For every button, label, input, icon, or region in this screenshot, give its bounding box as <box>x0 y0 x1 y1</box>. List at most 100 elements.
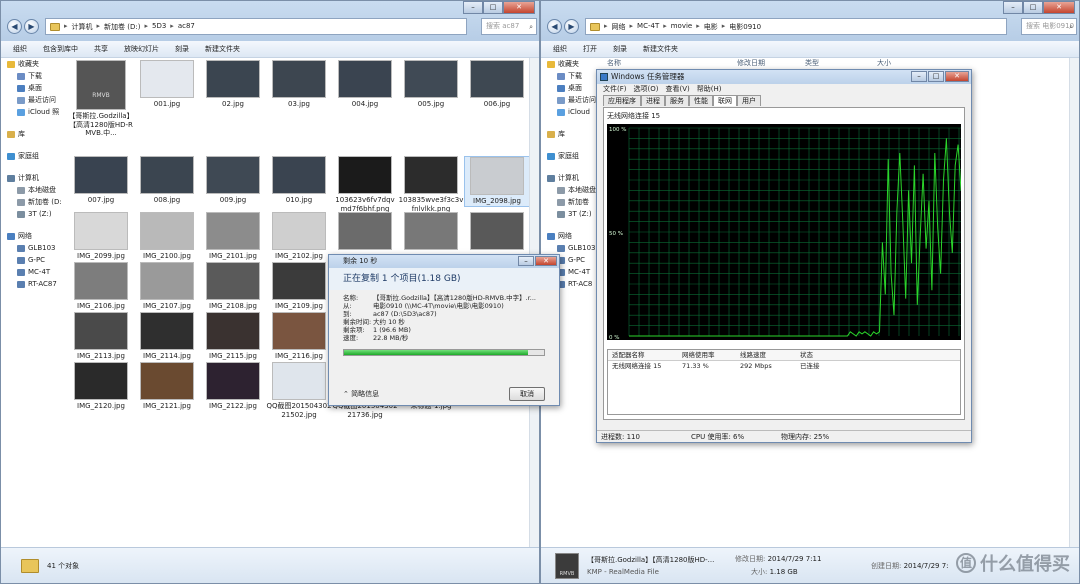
maximize-button[interactable]: □ <box>1023 1 1043 14</box>
sidebar-item[interactable]: 本地磁盘 <box>1 184 63 196</box>
adapter-column-header[interactable]: 线路速度 <box>736 350 796 360</box>
sidebar-item[interactable]: 3T (Z:) <box>1 208 63 220</box>
sidebar-item[interactable]: 库 <box>541 128 603 140</box>
toolbar-button[interactable]: 放映幻灯片 <box>124 44 159 54</box>
breadcrumb-item[interactable]: ac87 <box>178 22 195 32</box>
tab-item[interactable]: 用户 <box>737 95 761 106</box>
file-item[interactable]: IMG_2115.jpg <box>200 312 266 361</box>
file-item[interactable]: 008.jpg <box>134 156 200 205</box>
sidebar-item[interactable]: 计算机 <box>541 172 603 184</box>
breadcrumb-item[interactable]: movie <box>671 22 693 32</box>
file-item[interactable]: 004.jpg <box>332 60 398 109</box>
file-item[interactable]: IMG_2120.jpg <box>68 362 134 411</box>
file-item[interactable] <box>398 212 464 252</box>
file-item[interactable] <box>332 212 398 252</box>
file-item[interactable]: IMG_2098.jpg <box>464 156 530 207</box>
column-header[interactable]: 名称 <box>604 58 734 68</box>
sidebar-item[interactable]: GLB103 <box>541 242 603 254</box>
sidebar-item[interactable]: 网络 <box>541 230 603 242</box>
breadcrumb-item[interactable]: MC-4T <box>637 22 659 32</box>
toolbar-button[interactable]: 刻录 <box>613 44 627 54</box>
toolbar-button[interactable]: 包含到库中 <box>43 44 78 54</box>
sidebar-item[interactable]: 库 <box>1 128 63 140</box>
sidebar-item[interactable]: MC-4T <box>1 266 63 278</box>
column-header[interactable]: 大小 <box>874 58 934 68</box>
minimize-button[interactable]: – <box>463 1 483 14</box>
close-button[interactable]: ✕ <box>1043 1 1075 14</box>
maximize-button[interactable]: □ <box>483 1 503 14</box>
adapter-row[interactable]: 无线网络连接 15 71.33 % 292 Mbps 已连接 <box>608 361 960 372</box>
file-item[interactable]: 010.jpg <box>266 156 332 205</box>
file-item[interactable]: 103623v6fv7dqvmd7f6bhf.png <box>332 156 398 213</box>
breadcrumb-item[interactable]: 网络 <box>612 22 626 32</box>
toolbar-button[interactable]: 新建文件夹 <box>205 44 240 54</box>
tab-item[interactable]: 进程 <box>641 95 665 106</box>
file-item[interactable]: QQ截图20150430221502.jpg <box>266 362 332 419</box>
close-button[interactable]: ✕ <box>945 71 969 82</box>
menu-item[interactable]: 选项(O) <box>634 84 659 95</box>
file-item[interactable]: 006.jpg <box>464 60 530 109</box>
file-item[interactable]: 001.jpg <box>134 60 200 109</box>
breadcrumb-item[interactable]: 5D3 <box>152 22 166 32</box>
sidebar-item[interactable]: 最近访问 <box>541 94 603 106</box>
details-toggle[interactable]: ⌃ 简略信息 <box>343 389 379 399</box>
sidebar-item[interactable]: 最近访问 <box>1 94 63 106</box>
sidebar-item[interactable]: 桌面 <box>541 82 603 94</box>
sidebar-item[interactable]: 3T (Z:) <box>541 208 603 220</box>
file-item[interactable]: IMG_2114.jpg <box>134 312 200 361</box>
tab-item[interactable]: 应用程序 <box>603 95 641 106</box>
sidebar-item[interactable]: 下载 <box>541 70 603 82</box>
toolbar-button[interactable]: 组织 <box>553 44 567 54</box>
back-arrow-icon[interactable]: ◀ <box>7 19 22 34</box>
sidebar-item[interactable]: 计算机 <box>1 172 63 184</box>
adapter-column-header[interactable]: 网络使用率 <box>678 350 736 360</box>
menu-item[interactable]: 帮助(H) <box>697 84 722 95</box>
sidebar-item[interactable]: RT-AC87 <box>1 278 63 290</box>
cancel-button[interactable]: 取消 <box>509 387 545 401</box>
tab-item[interactable]: 联网 <box>713 95 737 106</box>
menu-item[interactable]: 文件(F) <box>603 84 627 95</box>
breadcrumb-item[interactable]: 新加卷 (D:) <box>104 22 140 32</box>
file-item[interactable]: IMG_2100.jpg <box>134 212 200 261</box>
breadcrumb-item[interactable]: 电影 <box>704 22 718 32</box>
file-item[interactable]: IMG_2122.jpg <box>200 362 266 411</box>
adapter-column-header[interactable]: 适配器名称 <box>608 350 678 360</box>
sidebar-item[interactable]: 收藏夹 <box>541 58 603 70</box>
breadcrumb-item[interactable]: 电影0910 <box>729 22 761 32</box>
minimize-button[interactable]: – <box>518 256 534 266</box>
file-item[interactable]: RMVB 【哥斯拉.Godzilla】【高清1280版HD-RMVB.中... <box>68 60 134 138</box>
toolbar-button[interactable]: 打开 <box>583 44 597 54</box>
column-header[interactable]: 类型 <box>802 58 874 68</box>
file-item[interactable] <box>464 212 530 252</box>
file-item[interactable]: 005.jpg <box>398 60 464 109</box>
column-header[interactable]: 修改日期 <box>734 58 802 68</box>
back-arrow-icon[interactable]: ◀ <box>547 19 562 34</box>
adapter-column-header[interactable]: 状态 <box>796 350 856 360</box>
sidebar-item[interactable]: iCloud <box>541 106 603 118</box>
sidebar-item[interactable]: 家庭组 <box>1 150 63 162</box>
sidebar-item[interactable]: iCloud 照 <box>1 106 63 118</box>
sidebar-item[interactable]: 下载 <box>1 70 63 82</box>
maximize-button[interactable]: □ <box>928 71 944 82</box>
menu-item[interactable]: 查看(V) <box>665 84 689 95</box>
file-item[interactable]: IMG_2101.jpg <box>200 212 266 261</box>
file-item[interactable]: 007.jpg <box>68 156 134 205</box>
sidebar-item[interactable]: GLB103 <box>1 242 63 254</box>
close-button[interactable]: ✕ <box>503 1 535 14</box>
sidebar-item[interactable]: 家庭组 <box>541 150 603 162</box>
breadcrumb-item[interactable]: 计算机 <box>72 22 93 32</box>
sidebar-item[interactable]: 新加卷 (D: <box>1 196 63 208</box>
sidebar-item[interactable]: 收藏夹 <box>1 58 63 70</box>
forward-arrow-icon[interactable]: ▶ <box>24 19 39 34</box>
vertical-scrollbar[interactable] <box>1069 58 1079 547</box>
file-item[interactable]: IMG_2109.jpg <box>266 262 332 311</box>
file-item[interactable]: 02.jpg <box>200 60 266 109</box>
file-item[interactable]: IMG_2113.jpg <box>68 312 134 361</box>
file-item[interactable]: 03.jpg <box>266 60 332 109</box>
file-item[interactable]: IMG_2121.jpg <box>134 362 200 411</box>
file-item[interactable]: IMG_2102.jpg <box>266 212 332 261</box>
sidebar-item[interactable]: 桌面 <box>1 82 63 94</box>
toolbar-button[interactable]: 共享 <box>94 44 108 54</box>
sidebar-item[interactable]: 新加卷 <box>541 196 603 208</box>
file-item[interactable]: IMG_2116.jpg <box>266 312 332 361</box>
